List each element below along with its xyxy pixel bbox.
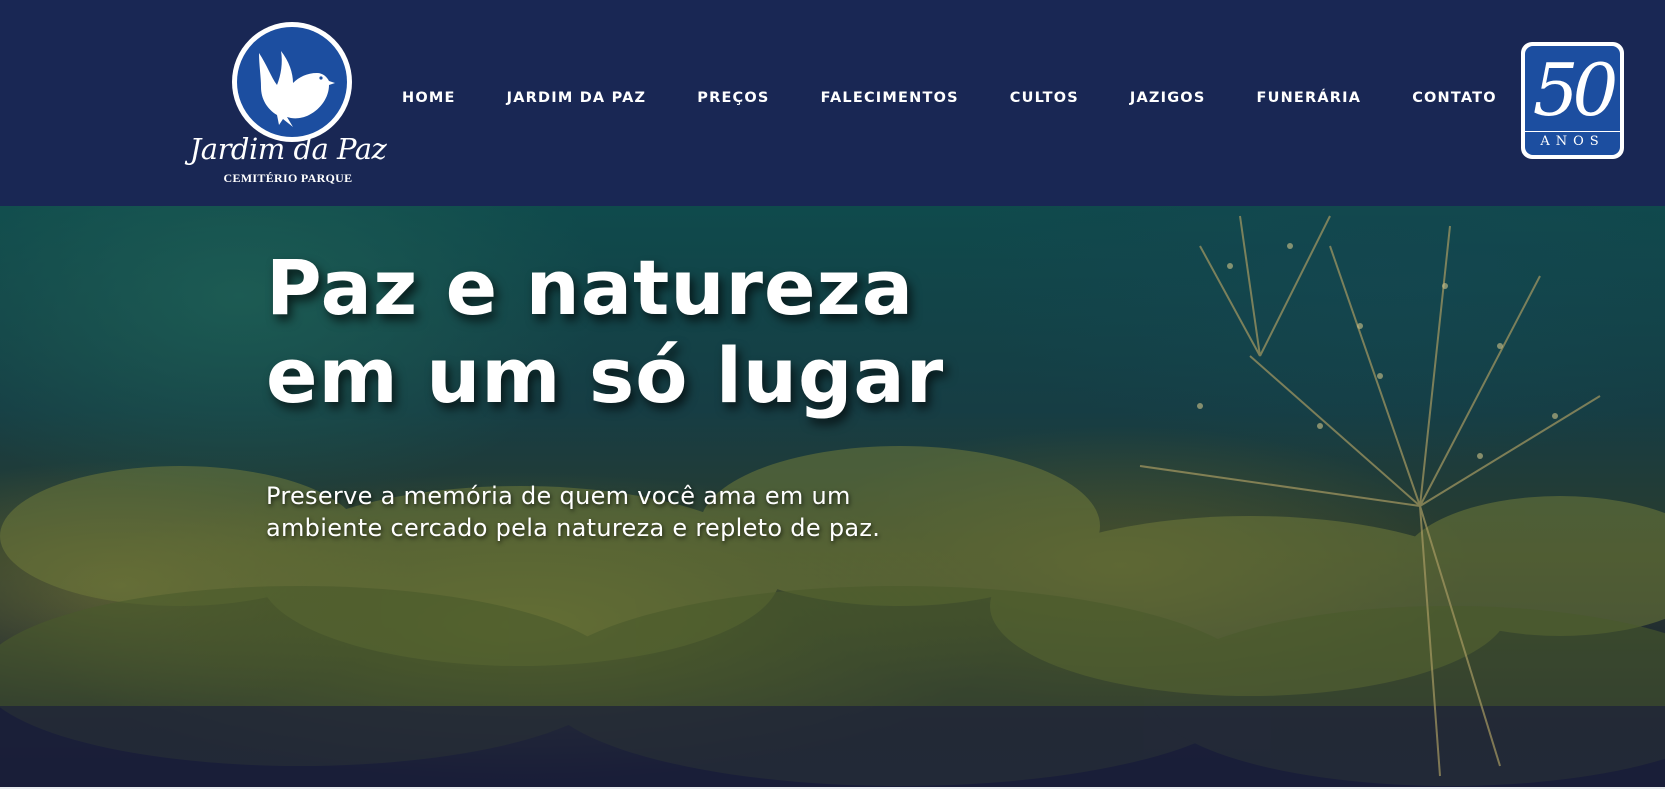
hero-title: Paz e natureza em um só lugar xyxy=(266,244,966,420)
nav-item-home[interactable]: HOME xyxy=(402,90,456,106)
hero-text-line-1: Preserve a memória de quem você ama em u… xyxy=(266,482,851,510)
nav-item-funeraria[interactable]: FUNERÁRIA xyxy=(1256,90,1361,106)
site-logo[interactable]: Jardim da Paz CEMITÉRIO PARQUE xyxy=(188,20,388,190)
nav-item-contato[interactable]: CONTATO xyxy=(1412,90,1497,106)
nav-item-falecimentos[interactable]: FALECIMENTOS xyxy=(821,90,959,106)
main-nav: HOME JARDIM DA PAZ PREÇOS FALECIMENTOS C… xyxy=(402,86,1497,110)
anniversary-badge: 50 ANOS xyxy=(1521,42,1624,159)
badge-number: 50 xyxy=(1532,48,1619,132)
hero-text-line-2: ambiente cercado pela natureza e repleto… xyxy=(266,514,881,542)
nav-item-jazigos[interactable]: JAZIGOS xyxy=(1130,90,1206,106)
site-header: Jardim da Paz CEMITÉRIO PARQUE HOME JARD… xyxy=(0,0,1665,206)
hero-description: Preserve a memória de quem você ama em u… xyxy=(266,480,966,544)
nav-item-precos[interactable]: PREÇOS xyxy=(697,90,769,106)
logo-subtitle: CEMITÉRIO PARQUE xyxy=(223,171,353,185)
nav-item-cultos[interactable]: CULTOS xyxy=(1010,90,1079,106)
hero-title-line-1: Paz e natureza xyxy=(266,243,915,332)
logo-emblem xyxy=(232,22,352,142)
nav-item-jardim-da-paz[interactable]: JARDIM DA PAZ xyxy=(507,90,647,106)
hero-title-line-2: em um só lugar xyxy=(266,331,945,420)
dove-icon xyxy=(259,51,335,127)
hero-banner: Paz e natureza em um só lugar Preserve a… xyxy=(0,206,1665,787)
badge-label: ANOS xyxy=(1525,131,1620,149)
logo-script-text: Jardim da Paz xyxy=(189,132,387,166)
